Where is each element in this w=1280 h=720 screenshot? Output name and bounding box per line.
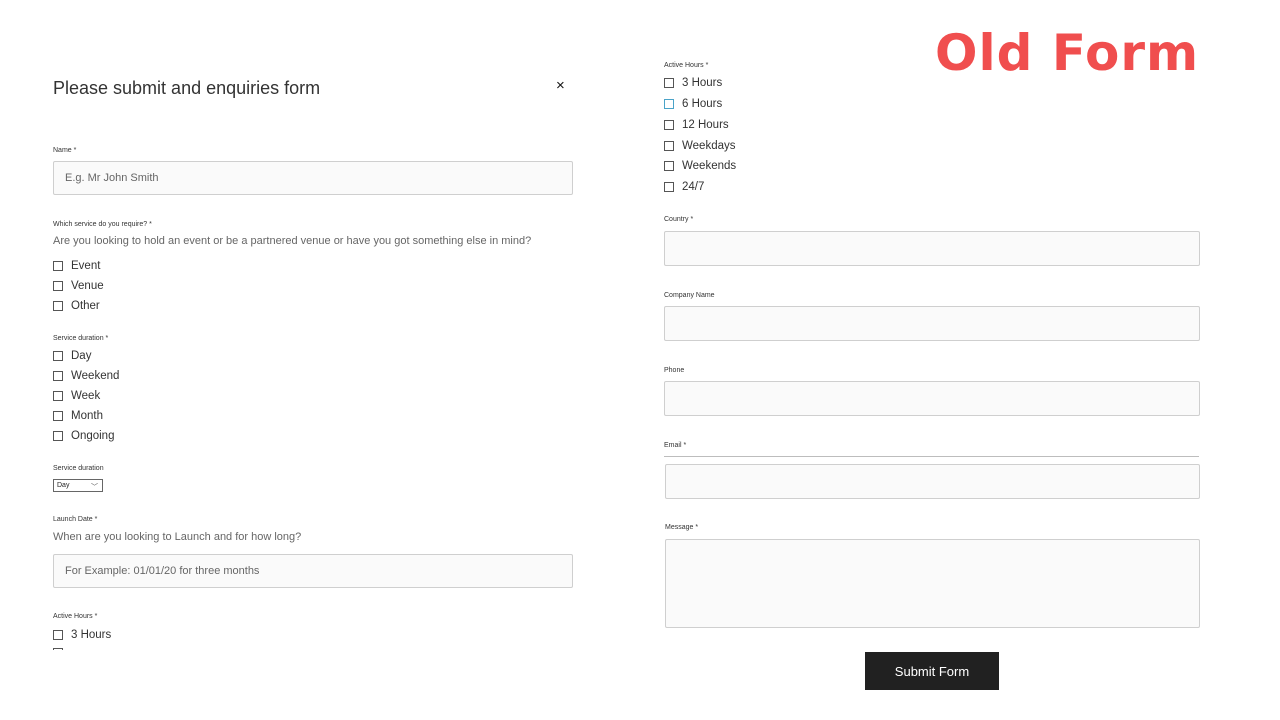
- email-label: Email *: [664, 442, 687, 449]
- option-label: Week: [71, 390, 101, 402]
- phone-label: Phone: [664, 367, 685, 374]
- active-hours-label-right: Active Hours *: [664, 62, 709, 69]
- option-label: Day: [71, 350, 92, 362]
- option-label: Ongoing: [71, 430, 115, 442]
- duration-option-month[interactable]: Month: [53, 409, 103, 423]
- country-input[interactable]: [664, 231, 1200, 266]
- country-label: Country *: [664, 216, 694, 223]
- name-placeholder: E.g. Mr John Smith: [65, 172, 159, 184]
- service-option-other[interactable]: Other: [53, 299, 100, 313]
- phone-input[interactable]: [664, 381, 1200, 416]
- duration-select[interactable]: Day ﹀: [53, 479, 103, 492]
- name-label: Name *: [53, 147, 77, 154]
- active-hours-option-12h[interactable]: 12 Hours: [664, 118, 729, 132]
- option-label: 3 Hours: [71, 629, 112, 641]
- company-input[interactable]: [664, 306, 1200, 341]
- message-label: Message *: [665, 524, 699, 531]
- active-hours-option-3[interactable]: 3 Hours: [53, 628, 111, 642]
- email-divider: [664, 456, 1199, 457]
- submit-button[interactable]: Submit Form: [865, 652, 999, 690]
- launch-label: Launch Date *: [53, 516, 98, 523]
- checkbox[interactable]: [53, 391, 63, 401]
- company-label: Company Name: [664, 292, 715, 299]
- old-form-heading: Old Form: [935, 24, 1200, 82]
- checkbox[interactable]: [53, 281, 63, 291]
- launch-hint: When are you looking to Launch and for h…: [53, 531, 302, 543]
- checkbox[interactable]: [53, 261, 63, 271]
- service-hint: Are you looking to hold an event or be a…: [53, 235, 532, 247]
- message-textarea[interactable]: [665, 539, 1200, 628]
- option-label: Venue: [71, 280, 104, 292]
- active-hours-option-6h[interactable]: 6 Hours: [664, 97, 722, 111]
- checkbox[interactable]: [53, 301, 63, 311]
- duration-option-day[interactable]: Day: [53, 349, 91, 363]
- duration-option-week[interactable]: Week: [53, 389, 100, 403]
- duration-option-weekend[interactable]: Weekend: [53, 369, 119, 383]
- checkbox[interactable]: [53, 351, 63, 361]
- option-label: Month: [71, 410, 103, 422]
- option-label: Weekdays: [682, 140, 736, 152]
- option-label: 24/7: [682, 181, 705, 193]
- checkbox[interactable]: [664, 99, 674, 109]
- launch-date-input[interactable]: For Example: 01/01/20 for three months: [53, 554, 573, 588]
- service-option-event[interactable]: Event: [53, 259, 100, 273]
- checkbox[interactable]: [53, 371, 63, 381]
- duration-label: Service duration *: [53, 335, 109, 342]
- select-value: Day: [57, 482, 70, 489]
- checkbox[interactable]: [664, 182, 674, 192]
- launch-placeholder: For Example: 01/01/20 for three months: [65, 565, 260, 577]
- active-hours-option-3h[interactable]: 3 Hours: [664, 76, 722, 90]
- active-hours-option-247[interactable]: 24/7: [664, 180, 704, 194]
- checkbox[interactable]: [53, 431, 63, 441]
- chevron-down-icon: ﹀: [91, 484, 98, 491]
- option-label: 3 Hours: [682, 77, 723, 89]
- active-hours-option-weekends[interactable]: Weekends: [664, 159, 736, 173]
- checkbox[interactable]: [664, 161, 674, 171]
- checkbox-cutoff: [53, 648, 63, 650]
- service-option-venue[interactable]: Venue: [53, 279, 104, 293]
- option-label: Weekend: [71, 370, 120, 382]
- form-title: Please submit and enquiries form: [53, 78, 321, 98]
- option-label: Event: [71, 260, 101, 272]
- checkbox[interactable]: [664, 78, 674, 88]
- duration-select-label: Service duration: [53, 465, 104, 472]
- active-hours-option-weekdays[interactable]: Weekdays: [664, 139, 735, 153]
- option-label: Weekends: [682, 160, 737, 172]
- checkbox[interactable]: [664, 141, 674, 151]
- name-input[interactable]: E.g. Mr John Smith: [53, 161, 573, 195]
- checkbox[interactable]: [664, 120, 674, 130]
- close-icon[interactable]: ×: [556, 76, 565, 96]
- service-label: Which service do you require? *: [53, 221, 152, 228]
- active-hours-label: Active Hours *: [53, 613, 98, 620]
- checkbox[interactable]: [53, 411, 63, 421]
- duration-option-ongoing[interactable]: Ongoing: [53, 429, 114, 443]
- checkbox[interactable]: [53, 630, 63, 640]
- option-label: Other: [71, 300, 100, 312]
- option-label: 12 Hours: [682, 119, 729, 131]
- option-label: 6 Hours: [682, 98, 723, 110]
- email-input[interactable]: [665, 464, 1200, 499]
